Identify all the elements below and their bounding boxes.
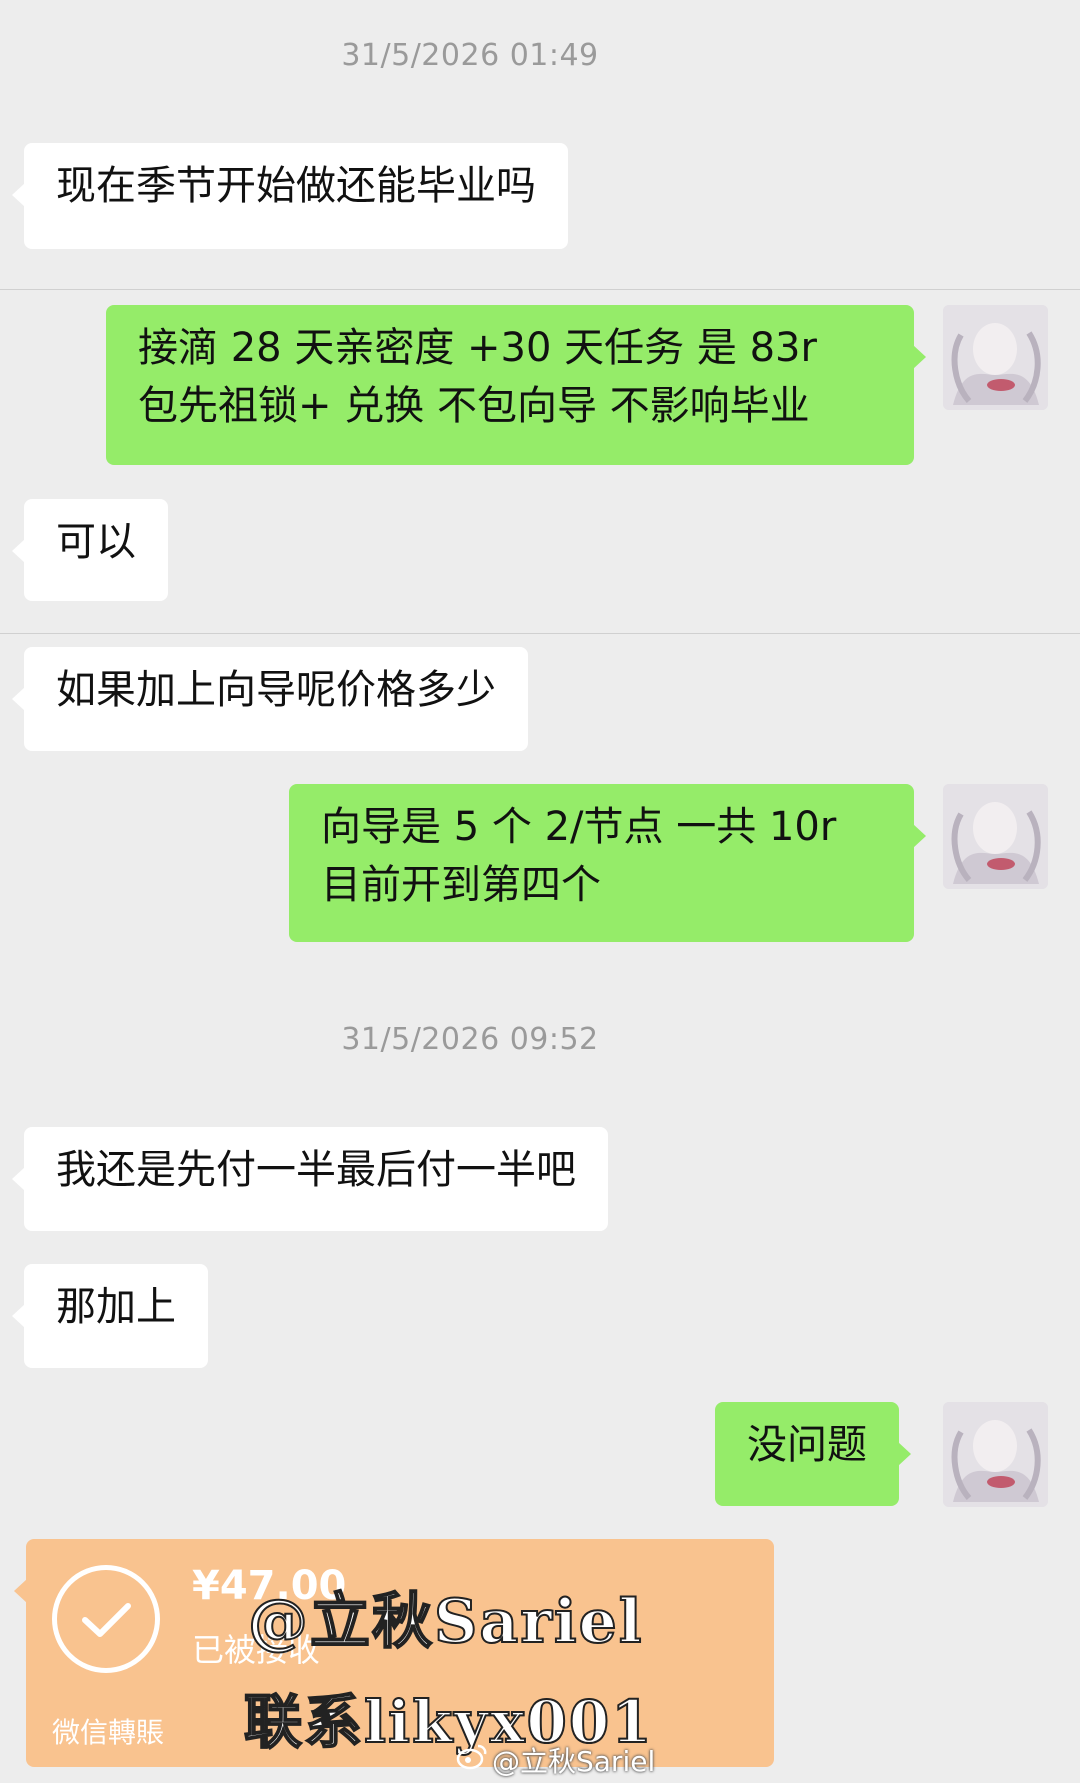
message-text: 如果加上向导呢价格多少 [56,667,496,713]
message-text: 可以 [56,519,136,565]
message-bubble-incoming[interactable]: 可以 [12,499,168,601]
message-text: 接滴 28 天亲密度 +30 天任务 是 83r [138,325,817,371]
checkmark-circle-icon [52,1565,160,1673]
message-text: 向导是 5 个 2/节点 一共 10r [321,804,837,850]
watermark-footer: @立秋Sariel [456,1740,655,1780]
divider [0,633,1080,634]
message-text: 我还是先付一半最后付一半吧 [56,1147,576,1193]
avatar[interactable] [943,784,1048,889]
message-bubble-outgoing[interactable]: 接滴 28 天亲密度 +30 天任务 是 83r 包先祖锁+ 兑换 不包向导 不… [106,305,926,465]
weibo-icon [456,1742,488,1777]
message-text: 现在季节开始做还能毕业吗 [56,163,536,209]
message-bubble-incoming[interactable]: 现在季节开始做还能毕业吗 [12,143,568,249]
message-text: 包先祖锁+ 兑换 不包向导 不影响毕业 [138,383,810,429]
transfer-label: 微信轉賬 [52,1716,165,1749]
message-bubble-outgoing[interactable]: 向导是 5 个 2/节点 一共 10r 目前开到第四个 [289,784,926,942]
avatar-image [943,305,1048,410]
message-bubble-incoming[interactable]: 我还是先付一半最后付一半吧 [12,1127,608,1231]
message-bubble-incoming[interactable]: 那加上 [12,1264,208,1368]
avatar-image [943,1402,1048,1507]
message-text: 没问题 [747,1422,867,1468]
message-bubble-outgoing[interactable]: 没问题 [715,1402,911,1506]
chat-timestamp: 31/5/2026 01:49 [341,38,599,73]
watermark-footer-text: @立秋Sariel [492,1745,656,1778]
avatar-image [943,784,1048,889]
message-bubble-incoming[interactable]: 如果加上向导呢价格多少 [12,647,528,751]
chat-timestamp: 31/5/2026 09:52 [341,1022,599,1057]
message-text: 目前开到第四个 [321,862,601,908]
message-text: 那加上 [56,1284,176,1330]
avatar[interactable] [943,1402,1048,1507]
divider [0,289,1080,290]
avatar[interactable] [943,305,1048,410]
watermark-text: @立秋Sariel [247,1586,644,1658]
